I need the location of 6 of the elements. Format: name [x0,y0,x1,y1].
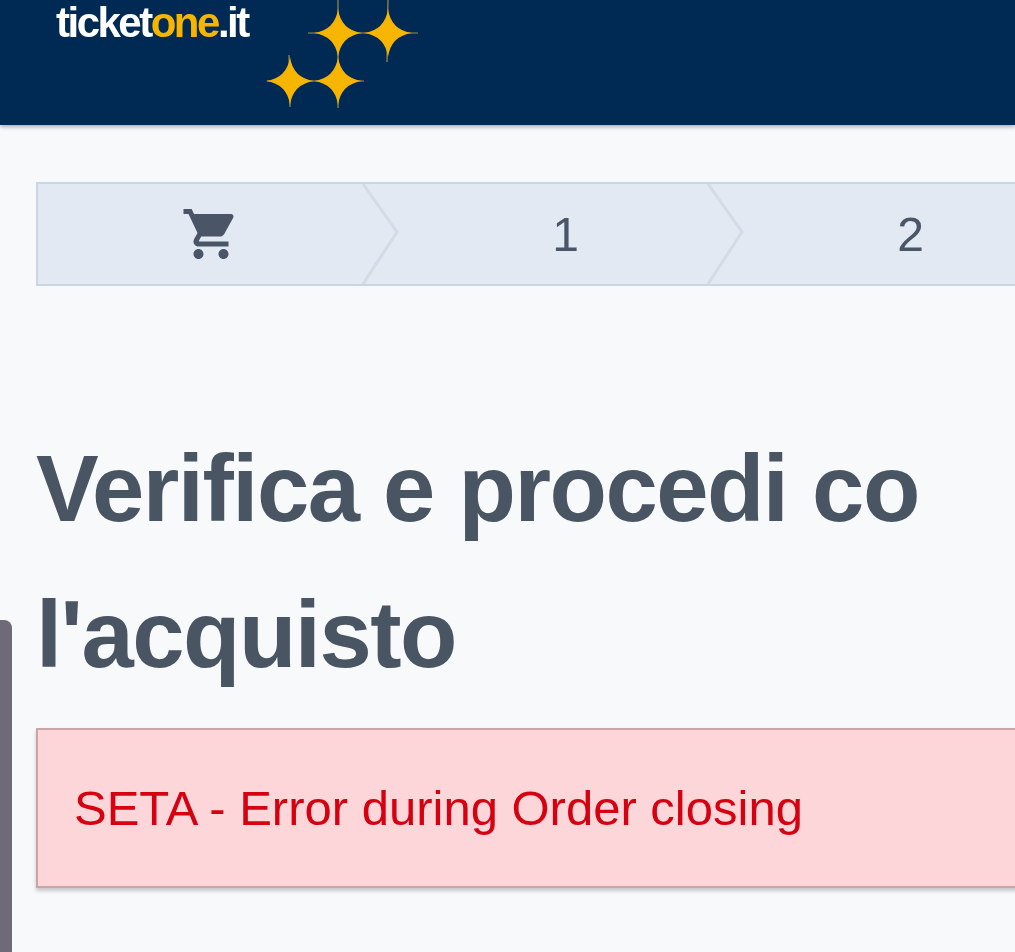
page-title: Verifica e procedi co l'acquisto [36,435,920,689]
error-message: SETA - Error during Order closing [74,780,803,836]
step-number: 1 [552,206,579,262]
step-number: 2 [897,206,924,262]
side-handle[interactable] [0,620,12,952]
site-logo[interactable]: ticketone.it [56,0,252,47]
